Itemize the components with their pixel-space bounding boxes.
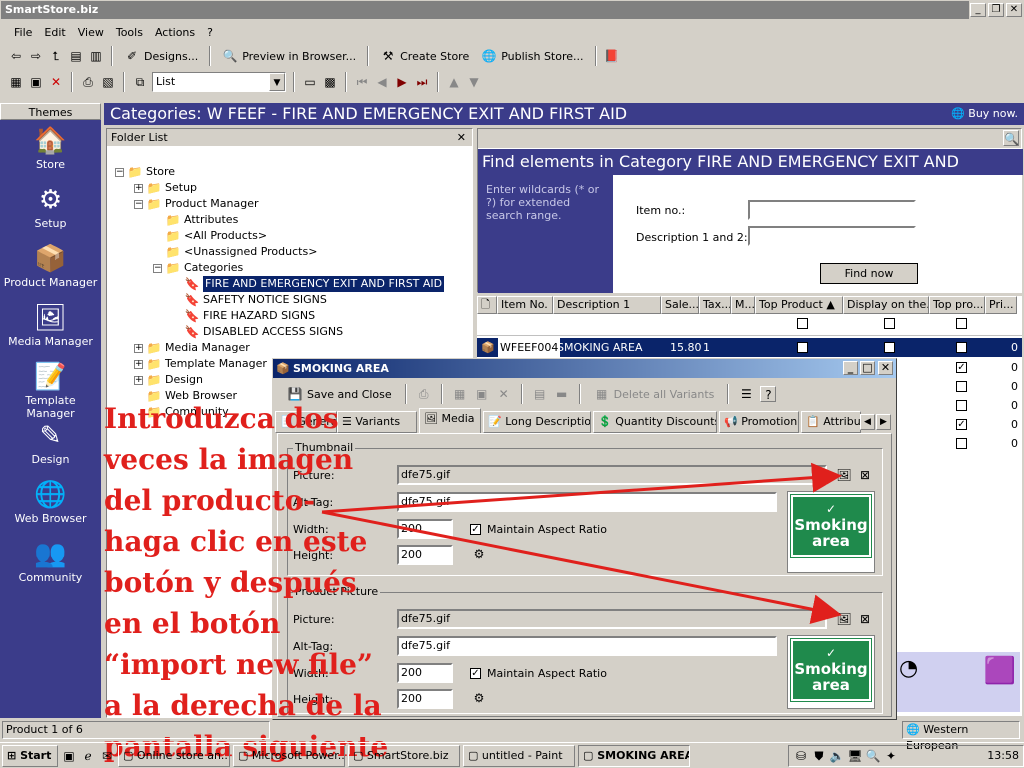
arrow-to-thumbnail-import (321, 462, 842, 514)
instruction-line: haga clic en este (104, 525, 368, 558)
language-icon: 🌐 (906, 723, 920, 736)
instruction-line: en el botón (104, 607, 281, 640)
status-language: 🌐 Western European (902, 721, 1020, 752)
tray-monitor-icon[interactable]: 🖥 (847, 748, 863, 764)
quicklaunch-ie-icon[interactable]: ℯ (80, 748, 96, 764)
instruction-line: botón y después (104, 566, 357, 599)
task-icon: ▢ (353, 748, 364, 762)
tray-search-icon[interactable]: 🔍 (865, 748, 881, 764)
quicklaunch-desktop-icon[interactable]: ▣ (61, 748, 77, 764)
tray-network-icon[interactable]: ⛁ (793, 748, 809, 764)
task-icon: ▢ (583, 748, 594, 762)
instruction-overlay: Introduzca dos veces la imagen del product… (104, 398, 388, 767)
task-button[interactable]: ▢ Microsoft Power... (233, 744, 345, 767)
task-label: SMOKING AREA (597, 748, 690, 762)
arrow-to-picture-import (321, 510, 842, 625)
task-icon: ▢ (468, 748, 479, 762)
task-label: untitled - Paint (481, 748, 563, 762)
start-label: Start (20, 748, 52, 762)
task-icon: ▢ (238, 748, 249, 762)
task-button[interactable]: ▢ SmartStore.biz (348, 744, 460, 767)
task-label: Online store an... (136, 748, 230, 762)
tray-volume-icon[interactable]: 🔈 (829, 748, 845, 764)
task-button[interactable]: ▢ SMOKING AREA (578, 744, 690, 767)
instruction-line: Introduzca dos (104, 402, 339, 435)
status-record: Product 1 of 6 (2, 721, 270, 739)
task-buttons: ▢ Online store an... ▢ Microsoft Power...… (118, 744, 690, 767)
instruction-line: del producto- (104, 484, 315, 517)
windows-logo-icon: ⊞ (7, 748, 17, 762)
clock: 13:58 (987, 749, 1019, 762)
status-bar: Product 1 of 6 🌐 Western European (0, 720, 1024, 752)
tray-shield-icon[interactable]: ⛊ (811, 748, 827, 764)
start-button[interactable]: ⊞ Start (2, 744, 58, 767)
taskbar: ⊞ Start ▣ ℯ ✉ ▢ Online store an... ▢ Micr… (0, 742, 1024, 768)
task-label: Microsoft Power... (251, 748, 345, 762)
quicklaunch-outlook-icon[interactable]: ✉ (99, 748, 115, 764)
task-icon: ▢ (123, 748, 134, 762)
tray-star-icon[interactable]: ✦ (883, 748, 899, 764)
instruction-line: “import new file” (104, 648, 373, 681)
task-button[interactable]: ▢ Online store an... (118, 744, 230, 767)
instruction-line: veces la imagen (104, 443, 354, 476)
task-button[interactable]: ▢ untitled - Paint (463, 744, 575, 767)
task-label: SmartStore.biz (366, 748, 449, 762)
system-tray: ⛁ ⛊ 🔈 🖥 🔍 ✦ 13:58 (788, 744, 1024, 767)
